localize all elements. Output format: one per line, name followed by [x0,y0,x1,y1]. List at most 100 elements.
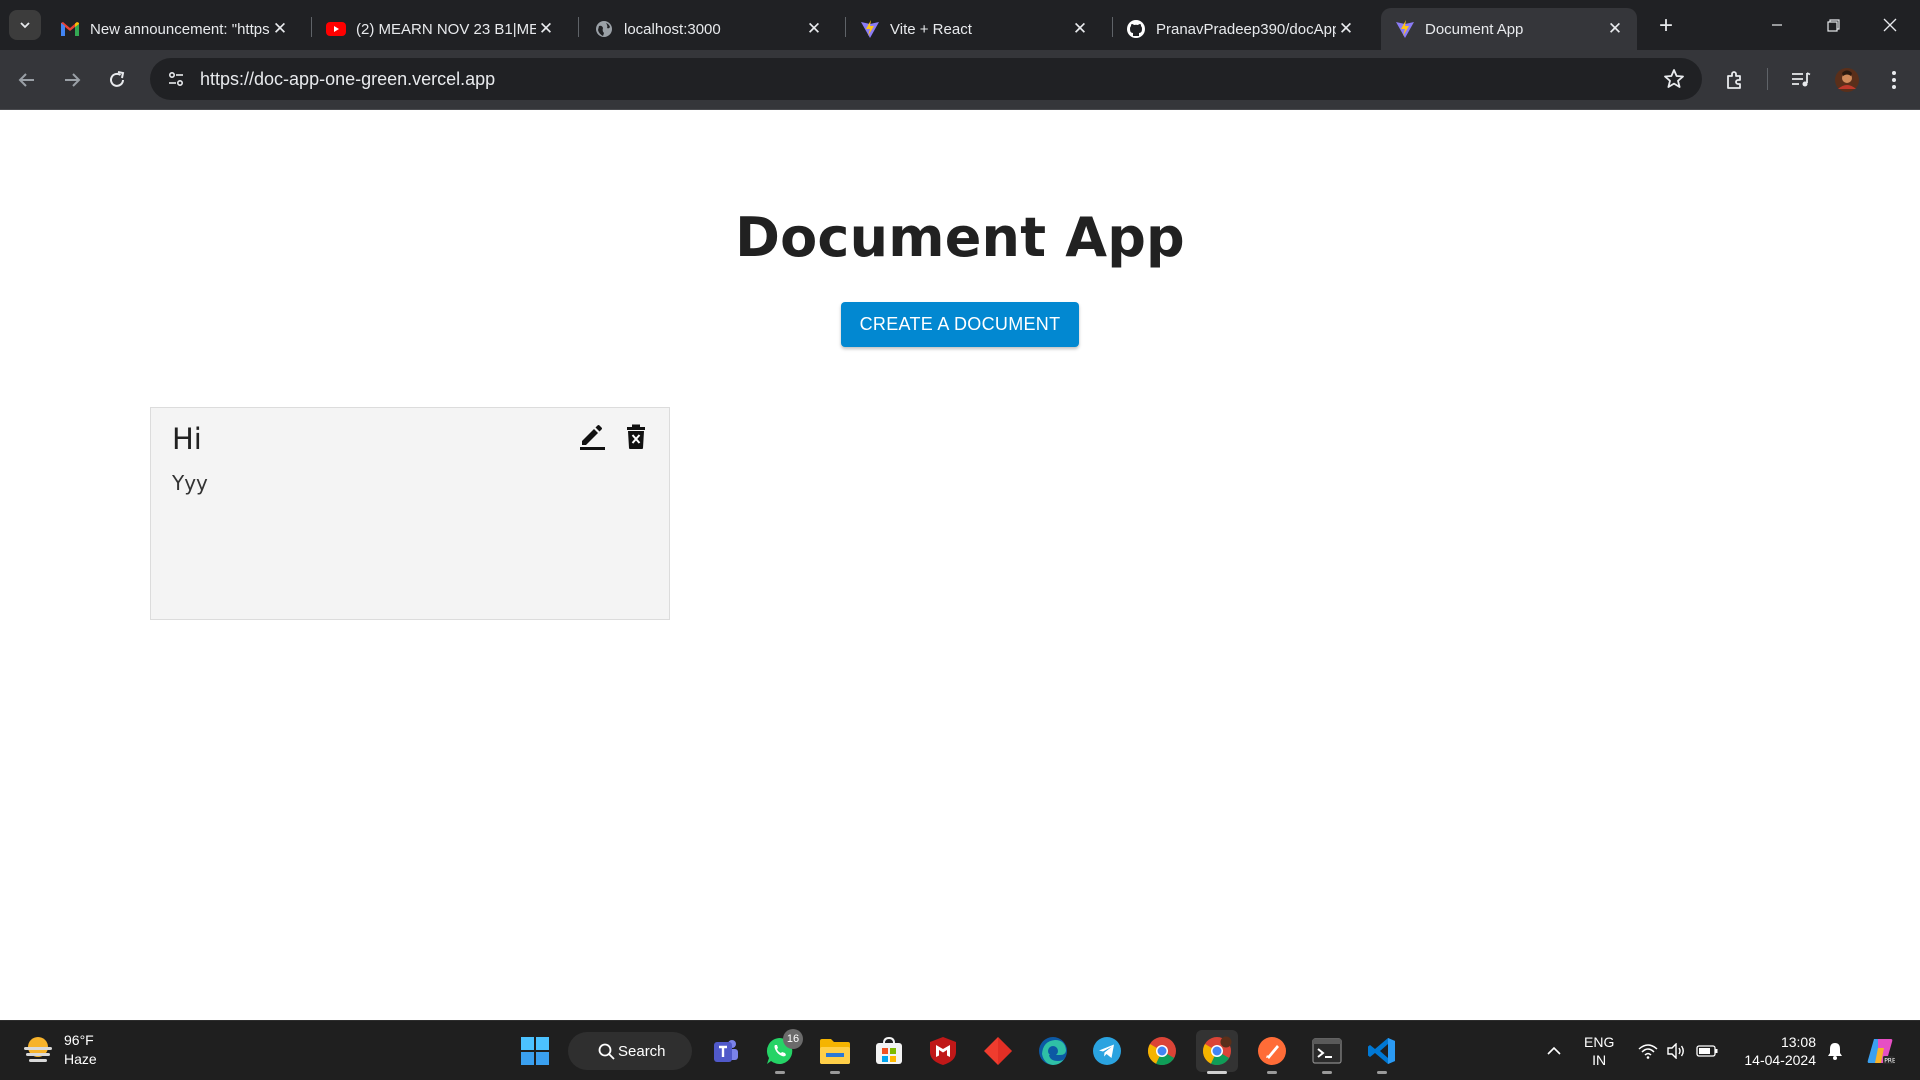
close-icon[interactable]: ✕ [1070,19,1090,39]
close-icon[interactable]: ✕ [1336,19,1356,39]
github-icon [1126,19,1146,39]
document-title: Hi [172,422,202,456]
browser-toolbar: https://doc-app-one-green.vercel.app [0,50,1920,109]
weather-haze-icon [20,1032,56,1068]
git-app[interactable] [977,1030,1019,1072]
create-document-button[interactable]: CREATE A DOCUMENT [841,302,1079,347]
language-indicator[interactable]: ENG IN [1584,1033,1614,1069]
bookmark-star-icon[interactable] [1662,67,1686,91]
media-controls-icon[interactable] [1788,67,1814,93]
tab-search-button[interactable] [9,10,41,40]
tab-title: Vite + React [890,20,972,38]
page-title: Document App [735,206,1185,269]
close-icon[interactable]: ✕ [536,19,556,39]
tab-title: New announcement: "https:// [90,20,270,38]
reload-icon [110,71,125,87]
language-region: IN [1592,1052,1607,1068]
system-clock[interactable]: 13:08 14-04-2024 [1732,1033,1816,1069]
weather-temperature: 96°F [64,1032,94,1048]
tab-title: (2) MEARN NOV 23 B1|MERN [356,20,536,38]
postman-app[interactable] [1251,1030,1293,1074]
vite-icon [1395,19,1415,39]
url-text[interactable]: https://doc-app-one-green.vercel.app [200,69,495,90]
store-icon [876,1036,902,1064]
browser-tabstrip: New announcement: "https:// ✕ (2) MEARN … [0,0,1920,50]
tab-localhost[interactable]: localhost:3000 ✕ [580,8,836,50]
edge-app[interactable] [1032,1030,1074,1072]
close-window-button[interactable] [1862,0,1918,50]
site-info-icon[interactable] [156,59,196,99]
vscode-app[interactable] [1361,1030,1403,1074]
whatsapp-app[interactable]: 16 [759,1029,803,1074]
toolbar-divider [1767,68,1768,90]
volume-icon[interactable] [1664,1021,1688,1080]
gmail-icon [60,19,80,39]
telegram-app[interactable] [1086,1030,1128,1072]
notifications-bell-icon[interactable] [1824,1021,1846,1080]
search-label: Search [618,1042,666,1060]
vite-icon [860,19,880,39]
start-button[interactable] [514,1030,556,1072]
edit-document-button[interactable] [577,422,607,452]
weather-condition: Haze [64,1051,97,1067]
new-tab-button[interactable]: + [1652,12,1680,40]
tab-gmail[interactable]: New announcement: "https:// ✕ [46,8,302,50]
restore-icon [1826,18,1840,32]
more-menu-icon[interactable] [1881,67,1907,93]
close-icon[interactable]: ✕ [1605,19,1625,39]
taskbar-search[interactable]: Search [568,1032,692,1070]
tab-github[interactable]: PranavPradeep390/docApp ✕ [1112,8,1368,50]
chevron-up-icon [1547,1046,1561,1055]
app-running-indicator [775,1071,785,1074]
app-running-indicator [1207,1071,1227,1074]
store-app[interactable] [868,1030,910,1072]
minimize-button[interactable] [1749,0,1805,50]
search-icon [598,1043,615,1060]
clock-time: 13:08 [1780,1034,1816,1050]
wifi-icon[interactable] [1636,1021,1660,1080]
teams-icon [714,1040,738,1062]
chevron-down-icon [20,22,30,29]
restore-button[interactable] [1805,0,1861,50]
weather-widget[interactable]: 96°F Haze [20,1031,97,1069]
file-explorer-app[interactable] [814,1030,856,1074]
teams-app[interactable] [704,1030,746,1072]
chrome-profile-app[interactable] [1196,1030,1238,1074]
delete-trash-icon [627,424,645,449]
delete-document-button[interactable] [621,422,651,452]
back-button[interactable] [9,62,45,98]
tab-title: localhost:3000 [624,20,721,38]
tab-youtube[interactable]: (2) MEARN NOV 23 B1|MERN ✕ [312,8,568,50]
forward-arrow-icon [65,73,81,87]
windows-start-icon [521,1037,549,1065]
edge-icon [1039,1037,1067,1065]
tab-title: PranavPradeep390/docApp [1156,20,1336,38]
whatsapp-badge: 16 [783,1029,803,1049]
tab-vite-react[interactable]: Vite + React ✕ [846,8,1102,50]
chrome-app[interactable] [1141,1030,1183,1072]
windows-taskbar: 96°F Haze Search 16 ENG IN 13:08 14-04-2… [0,1020,1920,1080]
minimize-icon [1772,24,1782,26]
app-running-indicator [1377,1071,1387,1074]
terminal-icon [1312,1038,1342,1064]
tab-title: Document App [1425,20,1524,38]
tab-document-app[interactable]: Document App ✕ [1381,8,1637,50]
reload-button[interactable] [99,62,135,98]
app-running-indicator [830,1071,840,1074]
document-card[interactable]: Hi Yyy [150,407,670,620]
forward-button[interactable] [54,62,90,98]
app-running-indicator [1322,1071,1332,1074]
extensions-icon[interactable] [1722,67,1748,93]
mcafee-app[interactable] [922,1030,964,1072]
profile-avatar[interactable] [1834,67,1860,93]
close-icon[interactable]: ✕ [804,19,824,39]
terminal-app[interactable] [1306,1030,1348,1074]
close-icon[interactable]: ✕ [270,19,290,39]
vscode-icon [1368,1038,1395,1064]
battery-icon[interactable] [1694,1021,1720,1080]
copilot-icon[interactable]: PRE [1862,1021,1898,1080]
globe-icon [594,19,614,39]
git-icon [984,1037,1012,1065]
address-bar[interactable]: https://doc-app-one-green.vercel.app [150,58,1702,100]
show-hidden-icons-button[interactable] [1540,1021,1568,1080]
